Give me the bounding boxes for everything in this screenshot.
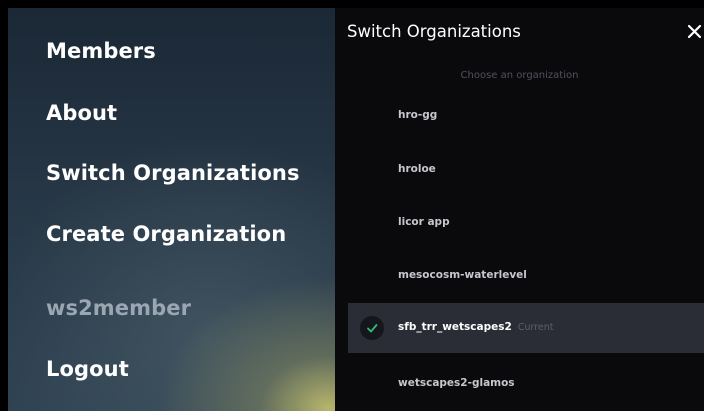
- current-username: ws2member: [46, 296, 192, 320]
- current-check-badge: [360, 316, 384, 340]
- menu-item-switch-organizations[interactable]: Switch Organizations: [46, 161, 300, 185]
- organization-name: mesocosm-waterlevel: [398, 269, 527, 281]
- panel-subtitle: Choose an organization: [460, 70, 579, 81]
- organization-name: hroloe: [398, 163, 436, 175]
- logout-button[interactable]: Logout: [46, 357, 129, 381]
- current-badge: Current: [517, 322, 554, 333]
- organization-item-wetscapes2-glamos[interactable]: wetscapes2-glamos: [335, 372, 704, 396]
- organization-item-mesocosm-waterlevel[interactable]: mesocosm-waterlevel: [335, 264, 704, 288]
- organization-name: licor app: [398, 216, 450, 228]
- organization-name: wetscapes2-glamos: [398, 377, 515, 389]
- organization-item-hro-gg[interactable]: hro-gg: [335, 104, 704, 128]
- menu-item-create-organization[interactable]: Create Organization: [46, 222, 286, 246]
- organization-item-licor-app[interactable]: licor app: [335, 211, 704, 235]
- switch-organizations-panel: Switch Organizations Choose an organizat…: [335, 8, 704, 411]
- organization-name: hro-gg: [398, 109, 438, 121]
- organization-name: sfb_trr_wetscapes2 Current: [398, 321, 554, 333]
- close-icon[interactable]: [685, 21, 704, 41]
- menu-item-about[interactable]: About: [46, 101, 117, 125]
- organization-item-hroloe[interactable]: hroloe: [335, 158, 704, 182]
- organization-item-sfb-trr-wetscapes2[interactable]: sfb_trr_wetscapes2 Current: [348, 303, 704, 353]
- organization-name-text: sfb_trr_wetscapes2: [398, 321, 512, 333]
- side-menu: Members About Switch Organizations Creat…: [8, 8, 335, 411]
- menu-item-members[interactable]: Members: [46, 39, 156, 63]
- check-icon: [367, 324, 378, 333]
- panel-title: Switch Organizations: [347, 22, 521, 41]
- close-button[interactable]: [685, 21, 704, 41]
